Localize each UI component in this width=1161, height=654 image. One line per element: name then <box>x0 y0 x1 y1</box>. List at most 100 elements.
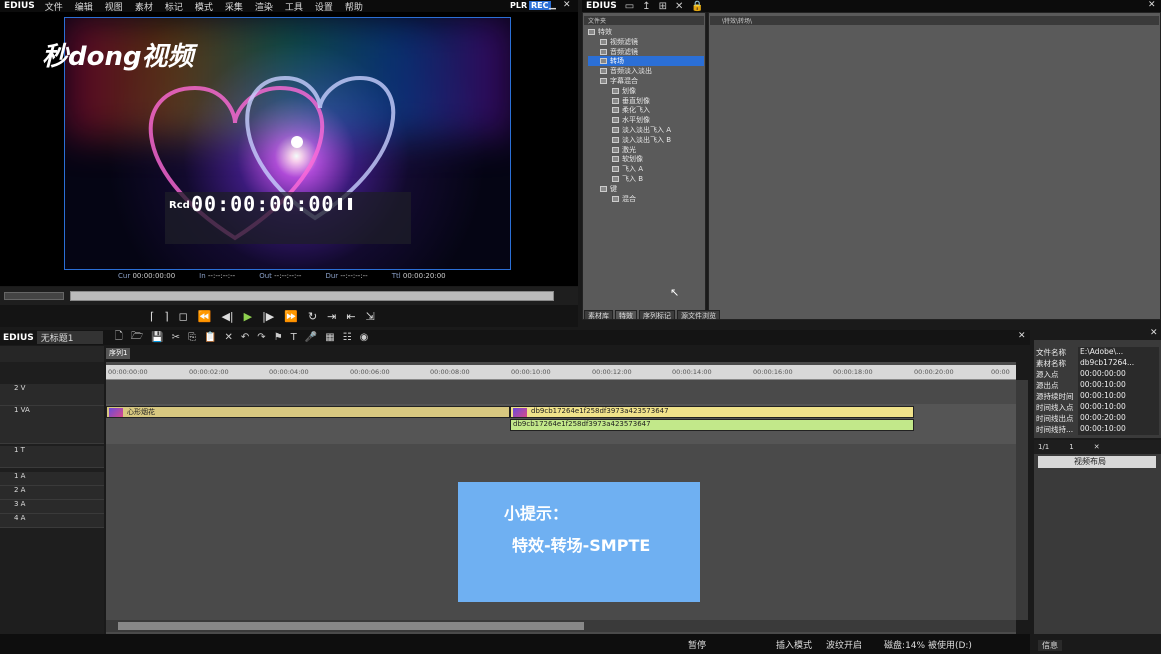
set-out-icon[interactable]: ⌉ <box>164 310 168 323</box>
step-back-icon[interactable]: ◀| <box>221 310 233 323</box>
tree-item[interactable]: 音频滤镜 <box>588 47 704 57</box>
info-row: 源持续时间 00:00:10:00 <box>1036 391 1159 402</box>
timeline-vscroll[interactable] <box>1016 380 1028 620</box>
menu-capture[interactable]: 采集 <box>219 0 249 13</box>
cut-icon[interactable]: ✂ <box>172 332 180 343</box>
close-icon[interactable]: ✕ <box>563 0 571 10</box>
info-close-icon[interactable]: ✕ <box>1150 328 1158 338</box>
shuttle-slider[interactable] <box>4 292 64 300</box>
save-icon[interactable]: 💾 <box>151 332 163 343</box>
plr-toggle[interactable]: PLR <box>510 1 527 10</box>
menu-render[interactable]: 渲染 <box>249 0 279 13</box>
ruler-label: 00:00:14:00 <box>672 368 712 376</box>
mixer-icon[interactable]: ☷ <box>343 332 352 343</box>
position-bar[interactable] <box>70 291 554 301</box>
info-value: 00:00:00:00 <box>1078 369 1159 380</box>
tree-folder-icon <box>612 146 619 153</box>
fast-forward-icon[interactable]: ⏩ <box>284 310 298 323</box>
tab-sequence-markers[interactable]: 序列标记 <box>639 310 675 320</box>
play-icon[interactable]: ▶ <box>244 310 252 323</box>
menu-edit[interactable]: 编辑 <box>69 0 99 13</box>
tree-item[interactable]: 键 <box>588 184 704 194</box>
new-project-icon[interactable]: 🗋 <box>115 329 123 346</box>
menu-marker[interactable]: 标记 <box>159 0 189 13</box>
clip-video-2[interactable]: db9cb17264e1f258df3973a423573647 <box>510 406 914 418</box>
tree-item[interactable]: 字幕混合 <box>588 76 704 86</box>
tree-item[interactable]: 特效 <box>588 27 704 37</box>
tree-item[interactable]: 视频滤镜 <box>588 37 704 47</box>
up-folder-icon[interactable]: ↥ <box>642 1 650 12</box>
tree-item[interactable]: 飞入 B <box>588 174 704 184</box>
track-3a[interactable]: 3 A <box>0 500 104 514</box>
stop-icon[interactable]: ◻ <box>179 310 188 323</box>
record-icon[interactable]: ◉ <box>360 332 369 343</box>
tab-source-browser[interactable]: 源文件浏览 <box>677 310 720 320</box>
delete-icon[interactable]: ✕ <box>675 1 683 12</box>
timeline-close-icon[interactable]: ✕ <box>1018 331 1026 341</box>
new-folder-icon[interactable]: ⊞ <box>659 1 667 12</box>
clip-heart-fireworks[interactable]: 心形烟花 <box>106 406 510 418</box>
tab-effects[interactable]: 特效 <box>615 310 637 320</box>
mic-icon[interactable]: 🎤 <box>305 332 317 343</box>
bin-count: 1 <box>1069 443 1074 451</box>
redo-icon[interactable]: ↷ <box>257 332 265 343</box>
bin-close-icon[interactable]: ✕ <box>1094 443 1100 451</box>
set-in-icon[interactable]: ⌈ <box>150 310 154 323</box>
track-1a[interactable]: 1 A <box>0 472 104 486</box>
tree-item[interactable]: 划像 <box>588 86 704 96</box>
menu-file[interactable]: 文件 <box>39 0 69 13</box>
render-icon[interactable]: ▦ <box>325 332 334 343</box>
folder-icon[interactable]: ▭ <box>625 1 634 12</box>
track-1va[interactable]: 1 VA <box>0 406 104 444</box>
rec-toggle[interactable]: REC <box>529 1 551 10</box>
tab-bin[interactable]: 素材库 <box>584 310 613 320</box>
hscroll-thumb[interactable] <box>118 622 584 630</box>
tree-item[interactable]: 水平划像 <box>588 115 704 125</box>
tree-item[interactable]: 垂直划像 <box>588 96 704 106</box>
sequence-tab[interactable]: 序列1 <box>106 348 130 359</box>
lock-icon[interactable]: 🔒 <box>691 1 703 12</box>
tree-item[interactable]: 淡入淡出飞入 B <box>588 135 704 145</box>
info-row: 源出点 00:00:10:00 <box>1036 380 1159 391</box>
timeline-ruler[interactable]: 00:00:00:00 00:00:02:00 00:00:04:00 00:0… <box>106 365 1016 380</box>
menu-mode[interactable]: 模式 <box>189 0 219 13</box>
track-2a[interactable]: 2 A <box>0 486 104 500</box>
loop-icon[interactable]: ↻ <box>308 310 317 323</box>
step-forward-icon[interactable]: |▶ <box>262 310 274 323</box>
tree-item[interactable]: 混合 <box>588 194 704 204</box>
marker-icon[interactable]: ⚑ <box>274 332 283 343</box>
export-icon[interactable]: ⇲ <box>366 310 375 323</box>
tab-info[interactable]: 信息 <box>1038 640 1062 651</box>
minimize-icon[interactable]: ▁ <box>549 0 556 10</box>
menu-settings[interactable]: 设置 <box>309 0 339 13</box>
clip-audio-2[interactable]: db9cb17264e1f258df3973a423573647 <box>510 419 914 431</box>
tree-item[interactable]: 飞入 A <box>588 164 704 174</box>
status-ripple[interactable]: 波纹开启 <box>826 638 862 651</box>
tree-item[interactable]: 淡入淡出飞入 A <box>588 125 704 135</box>
bin-item-video-layout[interactable]: 视频布局 <box>1038 456 1156 468</box>
rewind-icon[interactable]: ⏪ <box>198 310 212 323</box>
overwrite-icon[interactable]: ⇤ <box>346 310 355 323</box>
status-insert-mode[interactable]: 插入模式 <box>776 638 812 651</box>
open-project-icon[interactable]: 🗁 <box>131 329 143 346</box>
effects-close-icon[interactable]: ✕ <box>1148 0 1156 10</box>
paste-icon[interactable]: 📋 <box>204 332 216 343</box>
menu-clip[interactable]: 素材 <box>129 0 159 13</box>
copy-icon[interactable]: ⎘ <box>188 332 196 343</box>
tree-item[interactable]: 音频淡入淡出 <box>588 66 704 76</box>
menu-help[interactable]: 帮助 <box>339 0 369 13</box>
tree-item[interactable]: 激光 <box>588 145 704 155</box>
info-value: 00:00:20:00 <box>1078 413 1159 424</box>
tree-item[interactable]: 软划像 <box>588 154 704 164</box>
title-icon[interactable]: T <box>291 332 297 343</box>
undo-icon[interactable]: ↶ <box>241 332 249 343</box>
menu-tools[interactable]: 工具 <box>279 0 309 13</box>
track-1t[interactable]: 1 T <box>0 446 104 468</box>
tree-item[interactable]: 转场 <box>588 56 704 67</box>
menu-view[interactable]: 视图 <box>99 0 129 13</box>
insert-icon[interactable]: ⇥ <box>327 310 336 323</box>
track-4a[interactable]: 4 A <box>0 514 104 528</box>
tree-item[interactable]: 柔化飞入 <box>588 105 704 115</box>
delete-clip-icon[interactable]: ✕ <box>225 332 233 343</box>
track-2v[interactable]: 2 V <box>0 384 104 406</box>
